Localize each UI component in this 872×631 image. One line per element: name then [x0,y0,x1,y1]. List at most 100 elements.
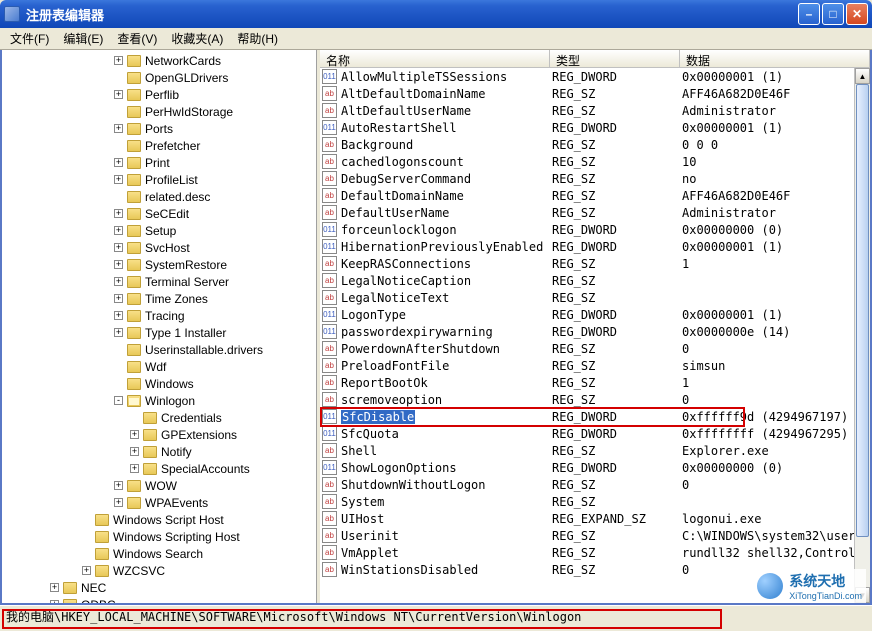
tree-label[interactable]: Ports [145,122,173,136]
tree-item[interactable]: Windows Search [2,545,316,562]
list-row[interactable]: 011LogonTypeREG_DWORD0x00000001 (1) [320,306,870,323]
expand-icon[interactable]: + [114,260,123,269]
list-row[interactable]: 011SfcDisableREG_DWORD0xffffff9d (429496… [320,408,870,425]
tree-label[interactable]: Tracing [145,309,185,323]
scroll-track[interactable] [855,84,870,587]
tree-item[interactable]: +Setup [2,222,316,239]
list-row[interactable]: 011passwordexpirywarningREG_DWORD0x00000… [320,323,870,340]
tree-item[interactable]: + WZCSVC [2,562,316,579]
expand-icon[interactable]: + [50,583,59,592]
expand-icon[interactable]: + [114,56,123,65]
tree-item[interactable]: Userinstallable.drivers [2,341,316,358]
expand-icon[interactable]: + [130,464,139,473]
list-row[interactable]: abLegalNoticeCaptionREG_SZ [320,272,870,289]
menu-help[interactable]: 帮助(H) [231,28,284,49]
expand-icon[interactable]: + [114,328,123,337]
expand-icon[interactable]: + [114,175,123,184]
tree-label[interactable]: Userinstallable.drivers [145,343,263,357]
tree-label[interactable]: Prefetcher [145,139,200,153]
menu-file[interactable]: 文件(F) [4,28,55,49]
list-row[interactable]: 011AutoRestartShellREG_DWORD0x00000001 (… [320,119,870,136]
list-row[interactable]: abPreloadFontFileREG_SZsimsun [320,357,870,374]
tree-label[interactable]: related.desc [145,190,210,204]
minimize-button[interactable]: – [798,3,820,25]
list-row[interactable]: abcachedlogonscountREG_SZ10 [320,153,870,170]
tree-label[interactable]: Time Zones [145,292,208,306]
tree-label[interactable]: WPAEvents [145,496,208,510]
tree-label[interactable]: OpenGLDrivers [145,71,228,85]
tree-label[interactable]: Type 1 Installer [145,326,226,340]
list-row[interactable]: abAltDefaultDomainNameREG_SZAFF46A682D0E… [320,85,870,102]
tree-label[interactable]: SeCEdit [145,207,189,221]
list-row[interactable]: abAltDefaultUserNameREG_SZAdministrator [320,102,870,119]
expand-icon[interactable]: + [114,311,123,320]
list-row[interactable]: abShutdownWithoutLogonREG_SZ0 [320,476,870,493]
close-button[interactable]: ✕ [846,3,868,25]
tree-label[interactable]: ProfileList [145,173,198,187]
column-data[interactable]: 数据 [680,50,870,67]
tree-item[interactable]: related.desc [2,188,316,205]
list-row[interactable]: abDebugServerCommandREG_SZno [320,170,870,187]
menu-edit[interactable]: 编辑(E) [57,28,109,49]
tree-item[interactable]: OpenGLDrivers [2,69,316,86]
maximize-button[interactable]: □ [822,3,844,25]
tree-item[interactable]: +SvcHost [2,239,316,256]
tree-label[interactable]: Terminal Server [145,275,229,289]
list-row[interactable]: 011AllowMultipleTSSessionsREG_DWORD0x000… [320,68,870,85]
tree-item[interactable]: PerHwIdStorage [2,103,316,120]
tree-item[interactable]: Windows [2,375,316,392]
expand-icon[interactable]: + [114,158,123,167]
tree-label[interactable]: PerHwIdStorage [145,105,233,119]
expand-icon[interactable]: + [114,243,123,252]
tree-label[interactable]: ODBC [81,598,116,604]
expand-icon[interactable]: + [114,209,123,218]
tree-label[interactable]: Perflib [145,88,179,102]
tree-label[interactable]: Winlogon [145,394,195,408]
tree-item[interactable]: +Perflib [2,86,316,103]
menu-view[interactable]: 查看(V) [111,28,163,49]
tree-item[interactable]: + ODBC [2,596,316,603]
tree-label[interactable]: Notify [161,445,192,459]
list-row[interactable]: 011forceunlocklogonREG_DWORD0x00000000 (… [320,221,870,238]
tree-item[interactable]: +Terminal Server [2,273,316,290]
tree-label[interactable]: Credentials [161,411,222,425]
list-row[interactable]: abscremoveoptionREG_SZ0 [320,391,870,408]
tree-item[interactable]: + ProfileList [2,171,316,188]
list-row[interactable]: abDefaultDomainNameREG_SZAFF46A682D0E46F [320,187,870,204]
vertical-scrollbar[interactable]: ▲ ▼ [854,68,870,603]
tree-label[interactable]: Wdf [145,360,166,374]
scroll-up-button[interactable]: ▲ [855,68,870,84]
list-row[interactable]: 011ShowLogonOptionsREG_DWORD0x00000000 (… [320,459,870,476]
expand-icon[interactable]: + [82,566,91,575]
list-row[interactable]: abSystemREG_SZ [320,493,870,510]
list-row[interactable]: abVmAppletREG_SZrundll32 shell32,Control… [320,544,870,561]
tree-item[interactable]: +SystemRestore [2,256,316,273]
tree-item[interactable]: +WPAEvents [2,494,316,511]
tree-item[interactable]: +Notify [2,443,316,460]
collapse-icon[interactable]: - [114,396,123,405]
column-name[interactable]: 名称 [320,50,550,67]
expand-icon[interactable]: + [50,600,59,603]
tree-label[interactable]: Setup [145,224,176,238]
tree-label[interactable]: NEC [81,581,106,595]
list-pane[interactable]: 名称 类型 数据 011AllowMultipleTSSessionsREG_D… [320,50,870,603]
tree-item[interactable]: + NetworkCards [2,52,316,69]
list-row[interactable]: abPowerdownAfterShutdownREG_SZ0 [320,340,870,357]
tree-item[interactable]: - Winlogon [2,392,316,409]
tree-pane[interactable]: +NetworkCards OpenGLDrivers+Perflib PerH… [2,50,317,603]
tree-item[interactable]: + NEC [2,579,316,596]
list-row[interactable]: abKeepRASConnectionsREG_SZ1 [320,255,870,272]
tree-label[interactable]: WZCSVC [113,564,165,578]
tree-item[interactable]: Credentials [2,409,316,426]
tree-label[interactable]: NetworkCards [145,54,221,68]
list-row[interactable]: 011SfcQuotaREG_DWORD0xffffffff (42949672… [320,425,870,442]
tree-item[interactable]: +WOW [2,477,316,494]
tree-label[interactable]: Print [145,156,170,170]
expand-icon[interactable]: + [114,124,123,133]
tree-item[interactable]: + Type 1 Installer [2,324,316,341]
tree-item[interactable]: + Tracing [2,307,316,324]
tree-label[interactable]: Windows [145,377,194,391]
list-row[interactable]: abDefaultUserNameREG_SZAdministrator [320,204,870,221]
tree-item[interactable]: Prefetcher [2,137,316,154]
tree-label[interactable]: WOW [145,479,177,493]
